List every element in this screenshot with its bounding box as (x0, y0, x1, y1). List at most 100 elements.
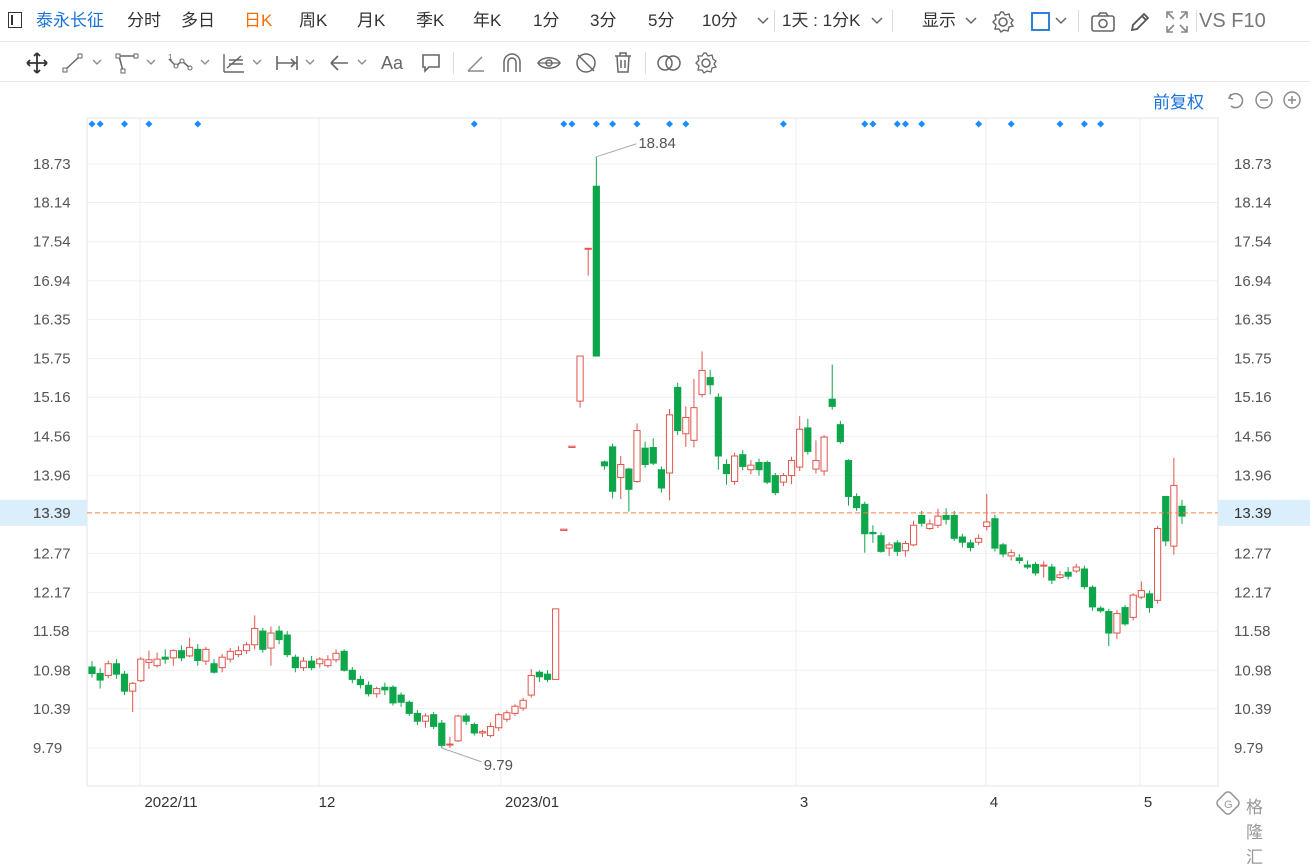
high-label: 18.84 (638, 135, 676, 152)
candle-body (731, 455, 739, 482)
last-price-label: 13.39 (33, 505, 71, 522)
zoom-in-icon[interactable] (1282, 90, 1302, 110)
candle-body (755, 462, 763, 471)
candle-body (885, 544, 893, 549)
candle-body (153, 658, 161, 667)
line-tool-icon[interactable] (62, 52, 84, 74)
trash-icon[interactable] (612, 51, 634, 75)
vs-f10-button[interactable]: VS F10 (1199, 0, 1266, 42)
candle-body (186, 646, 194, 657)
zoom-out-icon[interactable] (1254, 90, 1274, 110)
color-box-icon[interactable] (1030, 11, 1052, 33)
tab-intraday[interactable]: 分时 (127, 0, 161, 42)
chevron-down-icon[interactable] (92, 59, 102, 67)
magnet-icon[interactable] (500, 52, 524, 74)
event-marker (88, 120, 96, 128)
event-marker (901, 120, 909, 128)
reset-icon[interactable] (1225, 90, 1245, 110)
chevron-down-icon[interactable] (200, 59, 210, 67)
candle-body (234, 650, 243, 656)
adjust-mode-button[interactable]: 前复权 (1153, 88, 1204, 113)
tab-5min[interactable]: 5分 (648, 0, 674, 42)
trend-angle-icon[interactable] (115, 52, 139, 74)
event-marker (666, 120, 674, 128)
price-tick-label: 12.17 (33, 585, 71, 602)
price-tick-label: 16.35 (1234, 311, 1272, 328)
candle-body (210, 663, 218, 673)
candle-body (1023, 564, 1032, 568)
settings-icon[interactable] (991, 10, 1015, 34)
tab-1min[interactable]: 1分 (533, 0, 559, 42)
display-menu[interactable]: 显示 (922, 0, 956, 42)
divider (774, 10, 775, 32)
pencil-icon[interactable] (1128, 10, 1152, 34)
candle-body (698, 369, 706, 396)
price-tick-label: 18.14 (33, 195, 71, 212)
divider (1078, 10, 1079, 32)
chevron-down-icon[interactable] (1055, 16, 1067, 26)
comment-icon[interactable] (420, 52, 442, 74)
interval-select[interactable]: 1天 : 1分K (782, 0, 860, 42)
tab-quarterly-k[interactable]: 季K (416, 0, 444, 42)
candle-body (1048, 566, 1056, 581)
chevron-down-icon[interactable] (252, 59, 262, 67)
eye-icon[interactable] (536, 51, 562, 75)
hide-icon[interactable] (574, 51, 598, 75)
event-marker (121, 120, 129, 128)
candle-body (1129, 594, 1137, 618)
price-axis-left: 18.73 18.14 17.54 16.94 16.35 15.75 15.16 14.56… (33, 156, 71, 757)
arrow-icon[interactable] (328, 52, 350, 74)
svg-text:Aa: Aa (381, 53, 404, 73)
camera-icon[interactable] (1090, 11, 1116, 33)
compare-icon[interactable] (655, 52, 683, 74)
tab-10min[interactable]: 10分 (702, 0, 738, 42)
path-icon[interactable]: 1 (166, 52, 196, 74)
candle-body (682, 416, 690, 435)
candle-body (405, 701, 413, 714)
chevron-down-icon[interactable] (965, 16, 977, 26)
tab-3min[interactable]: 3分 (590, 0, 616, 42)
price-tick-label: 18.14 (1234, 195, 1272, 212)
move-icon[interactable] (25, 51, 49, 75)
price-tick-label: 15.16 (1234, 389, 1272, 406)
candle-body (161, 656, 169, 660)
candle-body (901, 543, 910, 552)
ruler-icon[interactable] (465, 52, 487, 74)
svg-text:1: 1 (168, 53, 173, 62)
tab-yearly-k[interactable]: 年K (473, 0, 501, 42)
candle-body (259, 630, 267, 650)
tab-multi-day[interactable]: 多日 (181, 0, 215, 42)
text-icon[interactable]: Aa (380, 51, 408, 75)
stock-name[interactable]: 泰永长征 (36, 0, 104, 42)
candle-body (381, 686, 389, 691)
panel-toggle-icon[interactable] (8, 12, 22, 28)
tab-weekly-k[interactable]: 周K (299, 0, 327, 42)
fib-icon[interactable] (221, 51, 247, 75)
chevron-down-icon[interactable] (305, 59, 315, 67)
candle-body (844, 460, 853, 498)
candle-body (104, 663, 112, 676)
candle-body (934, 515, 942, 526)
candle-body (869, 531, 877, 535)
event-marker (560, 120, 568, 128)
candle-body (1097, 607, 1105, 612)
price-tick-label: 10.39 (1234, 701, 1272, 718)
candlestick-chart[interactable]: 13.39 13.39 18.73 18.14 17.54 16.94 16.35 15.7… (0, 0, 1310, 826)
candle-body (454, 715, 462, 742)
tab-monthly-k[interactable]: 月K (357, 0, 385, 42)
chevron-down-icon[interactable] (146, 59, 156, 67)
candle-body (926, 523, 934, 530)
candle-body (430, 714, 438, 727)
tab-daily-k[interactable]: 日K (244, 0, 272, 42)
settings-icon[interactable] (694, 51, 718, 75)
price-tick-label: 12.17 (1234, 585, 1272, 602)
candle-body (267, 632, 275, 649)
candle-body (413, 712, 421, 722)
chevron-down-icon[interactable] (757, 16, 769, 26)
chevron-down-icon[interactable] (357, 59, 367, 67)
fullscreen-icon[interactable] (1164, 9, 1190, 35)
candle-body (950, 514, 958, 539)
last-price-label: 13.39 (1234, 505, 1272, 522)
measure-icon[interactable] (274, 52, 300, 74)
chevron-down-icon[interactable] (871, 16, 883, 26)
